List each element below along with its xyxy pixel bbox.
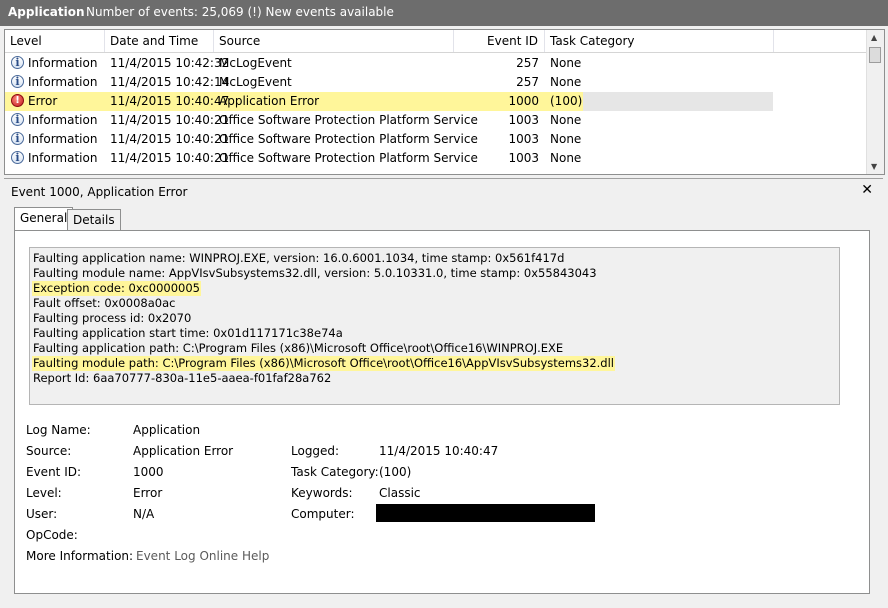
error-icon: !: [11, 94, 24, 107]
log-title-bar: Application Number of events: 25,069 (!)…: [0, 0, 888, 26]
event-source: Application Error: [219, 94, 320, 108]
description-line: Faulting application path: C:\Program Fi…: [33, 341, 564, 355]
event-level: Information: [28, 132, 98, 146]
description-line: Faulting application start time: 0x01d11…: [33, 326, 343, 340]
scroll-thumb[interactable]: [869, 47, 881, 63]
event-category: None: [550, 75, 582, 89]
tab-general[interactable]: General: [14, 207, 74, 231]
event-source: McLogEvent: [219, 56, 292, 70]
column-header-level[interactable]: Level: [5, 30, 105, 52]
task-category-value: (100): [379, 465, 412, 479]
event-row[interactable]: i Information 11/4/2015 10:40:21 Office …: [5, 111, 773, 130]
log-name-title: Application: [8, 5, 85, 19]
computer-value-redacted: [376, 504, 595, 522]
column-header-task-category[interactable]: Task Category: [545, 30, 774, 52]
description-line-highlighted: Faulting module path: C:\Program Files (…: [32, 356, 615, 371]
event-category: (100): [550, 94, 583, 108]
event-level: Error: [28, 94, 58, 108]
information-icon: i: [11, 56, 24, 69]
logged-label: Logged:: [291, 444, 340, 458]
event-id-value: 1000: [133, 465, 164, 479]
log-name-label: Log Name:: [26, 423, 91, 437]
event-category: None: [550, 56, 582, 70]
description-line: Faulting process id: 0x2070: [33, 311, 192, 325]
column-header-event-id[interactable]: Event ID: [454, 30, 545, 52]
event-id: 1000: [508, 94, 539, 108]
event-level: Information: [28, 56, 98, 70]
event-date: 11/4/2015 10:42:14: [110, 75, 230, 89]
computer-label: Computer:: [291, 507, 355, 521]
tab-details[interactable]: Details: [67, 209, 121, 231]
task-category-label: Task Category:: [291, 465, 379, 479]
description-line: Report Id: 6aa70777-830a-11e5-aaea-f01fa…: [33, 371, 332, 385]
description-line: Faulting application name: WINPROJ.EXE, …: [33, 251, 565, 265]
event-source: Office Software Protection Platform Serv…: [219, 132, 478, 146]
event-date: 11/4/2015 10:40:21: [110, 132, 230, 146]
description-line: Fault offset: 0x0008a0ac: [33, 296, 176, 310]
event-category: None: [550, 113, 582, 127]
description-line: Faulting module name: AppVIsvSubsystems3…: [33, 266, 597, 280]
information-icon: i: [11, 132, 24, 145]
event-row[interactable]: i Information 11/4/2015 10:40:21 Office …: [5, 149, 773, 168]
level-label: Level:: [26, 486, 62, 500]
event-detail-header: Event 1000, Application Error ✕: [4, 178, 883, 203]
event-count-status: Number of events: 25,069 (!) New events …: [86, 5, 394, 19]
information-icon: i: [11, 151, 24, 164]
opcode-label: OpCode:: [26, 528, 78, 542]
event-row-selected[interactable]: ! Error 11/4/2015 10:40:47 Application E…: [5, 92, 773, 111]
scroll-up-arrow-icon[interactable]: ▲: [871, 33, 877, 42]
event-date: 11/4/2015 10:40:47: [110, 94, 230, 108]
event-date: 11/4/2015 10:40:21: [110, 151, 230, 165]
event-date: 11/4/2015 10:42:32: [110, 56, 230, 70]
event-log-online-help-link[interactable]: Event Log Online Help: [136, 547, 269, 565]
information-icon: i: [11, 75, 24, 88]
event-row[interactable]: i Information 11/4/2015 10:42:32 McLogEv…: [5, 54, 773, 73]
event-category: None: [550, 132, 582, 146]
event-id: 257: [516, 56, 539, 70]
event-level: Information: [28, 113, 98, 127]
event-description-box[interactable]: Faulting application name: WINPROJ.EXE, …: [29, 247, 840, 405]
event-category: None: [550, 151, 582, 165]
event-source: McLogEvent: [219, 75, 292, 89]
event-list[interactable]: Level Date and Time Source Event ID Task…: [4, 29, 885, 175]
event-id-label: Event ID:: [26, 465, 82, 479]
scroll-down-arrow-icon[interactable]: ▼: [871, 162, 877, 171]
keywords-label: Keywords:: [291, 486, 353, 500]
event-id: 1003: [508, 113, 539, 127]
event-source: Office Software Protection Platform Serv…: [219, 113, 478, 127]
user-value: N/A: [133, 507, 155, 521]
level-value: Error: [133, 486, 163, 500]
keywords-value: Classic: [379, 486, 421, 500]
vertical-scrollbar[interactable]: ▲ ▼: [866, 30, 884, 174]
log-name-value: Application: [133, 423, 201, 437]
user-label: User:: [26, 507, 58, 521]
column-header-source[interactable]: Source: [214, 30, 454, 52]
description-line-highlighted: Exception code: 0xc0000005: [32, 281, 201, 296]
more-information-label: More Information:: [26, 549, 134, 563]
event-row[interactable]: i Information 11/4/2015 10:42:14 McLogEv…: [5, 73, 773, 92]
event-id: 257: [516, 75, 539, 89]
event-level: Information: [28, 75, 98, 89]
event-source: Office Software Protection Platform Serv…: [219, 151, 478, 165]
event-detail-title: Event 1000, Application Error: [11, 185, 188, 199]
column-header-date-time[interactable]: Date and Time: [105, 30, 214, 52]
event-list-header: Level Date and Time Source Event ID Task…: [5, 30, 871, 53]
event-date: 11/4/2015 10:40:21: [110, 113, 230, 127]
source-label: Source:: [26, 444, 72, 458]
event-id: 1003: [508, 151, 539, 165]
event-level: Information: [28, 151, 98, 165]
event-id: 1003: [508, 132, 539, 146]
selection-tail: [583, 92, 773, 111]
logged-value: 11/4/2015 10:40:47: [379, 444, 499, 458]
event-row[interactable]: i Information 11/4/2015 10:40:21 Office …: [5, 130, 773, 149]
close-icon[interactable]: ✕: [861, 182, 873, 198]
information-icon: i: [11, 113, 24, 126]
source-value: Application Error: [133, 444, 234, 458]
